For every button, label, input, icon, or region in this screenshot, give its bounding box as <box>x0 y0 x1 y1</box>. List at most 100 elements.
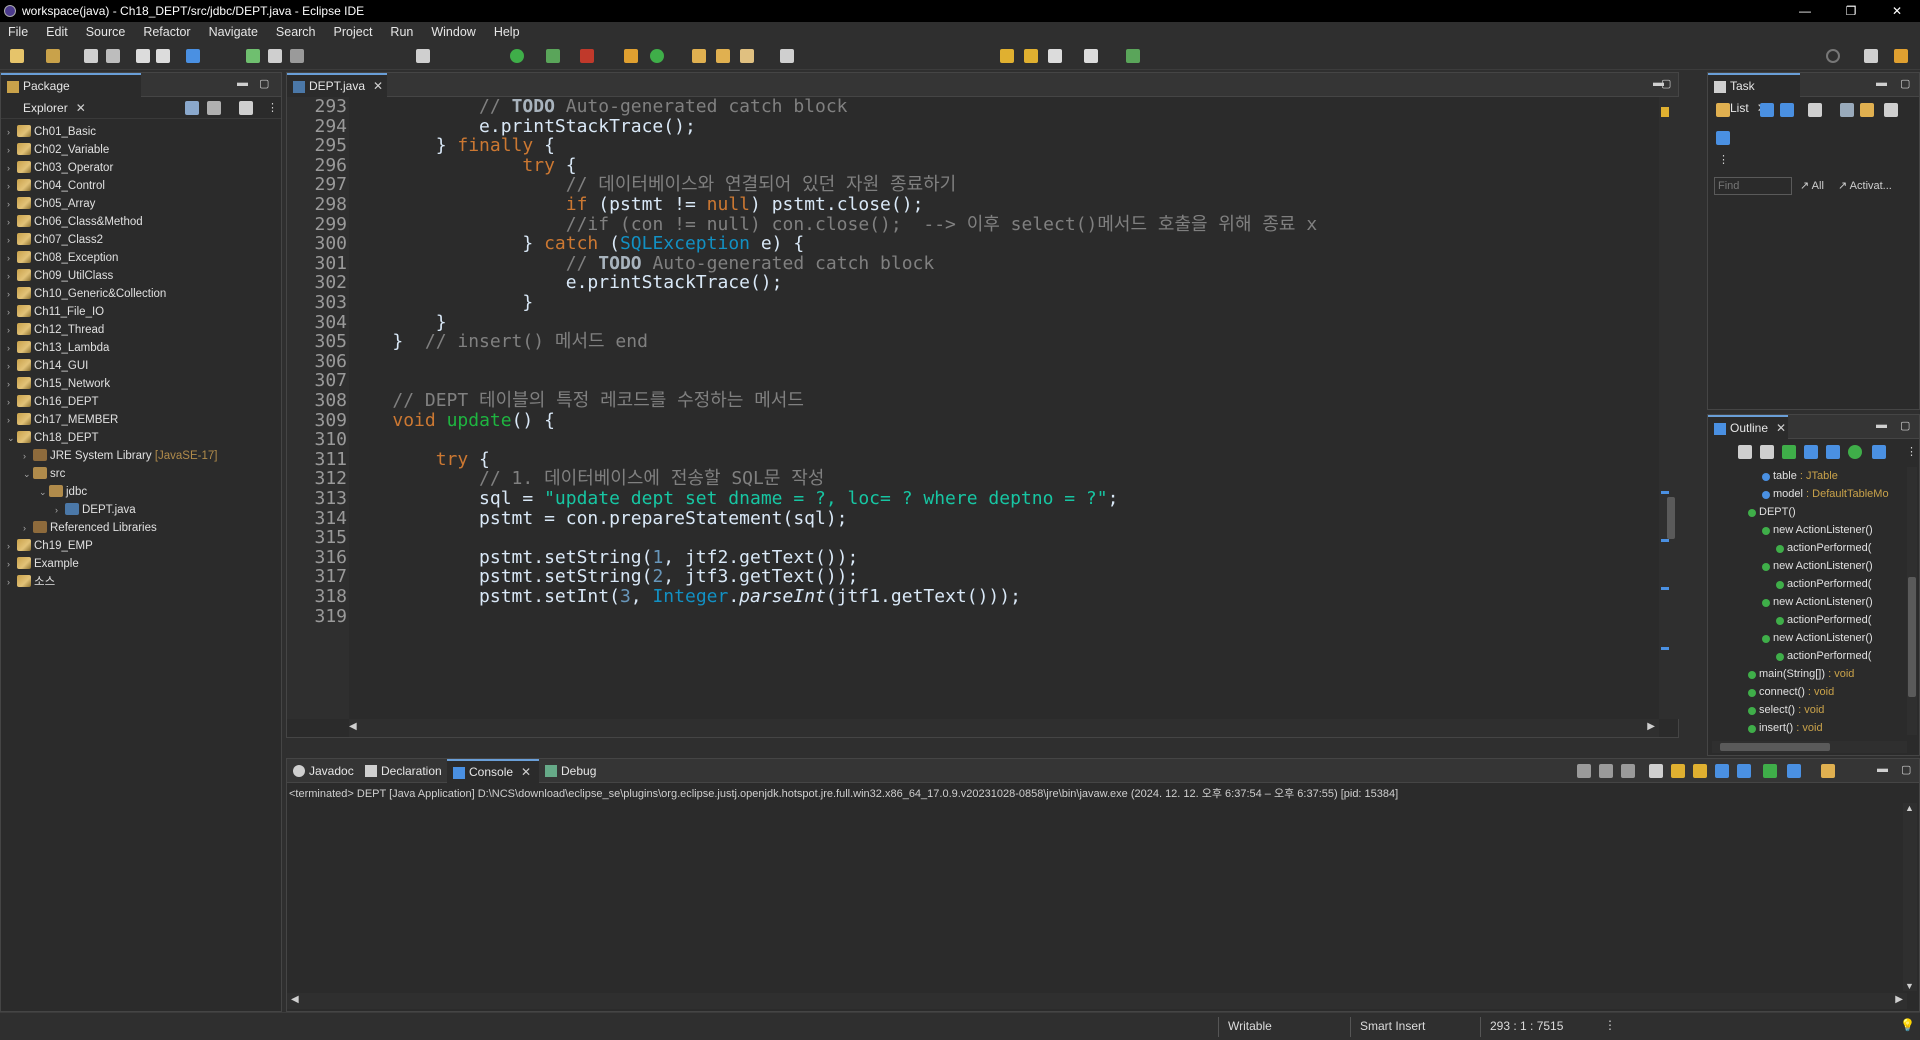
run-icon[interactable] <box>510 49 524 63</box>
code-line[interactable]: pstmt.setInt(3, Integer.parseInt(jtf1.ge… <box>349 585 1021 609</box>
outline-item[interactable]: connect() : void <box>1748 683 1834 701</box>
activate-filter[interactable]: ↗ Activat... <box>1838 179 1892 192</box>
categorized-icon[interactable] <box>1760 103 1774 117</box>
tab-declaration[interactable]: Declaration <box>359 759 447 783</box>
tree-item[interactable]: › Referenced Libraries <box>23 519 157 537</box>
close-icon[interactable]: ✕ <box>373 79 383 93</box>
scroll-up-icon[interactable]: ▲ <box>1905 803 1914 813</box>
filter-icon[interactable] <box>239 101 253 115</box>
outline-item[interactable]: actionPerformed( <box>1776 575 1871 593</box>
tree-item[interactable]: › Ch10_Generic&Collection <box>7 285 166 303</box>
collapse-all-icon[interactable] <box>185 101 199 115</box>
tree-item[interactable]: › Ch13_Lambda <box>7 339 109 357</box>
minimize-icon[interactable]: ▬ <box>1876 419 1887 431</box>
outline-item[interactable]: actionPerformed( <box>1776 647 1871 665</box>
collapse-all-icon[interactable] <box>1872 445 1886 459</box>
tab-dept-java[interactable]: DEPT.java ✕ <box>287 73 387 97</box>
expand-arrow-icon[interactable]: ⌄ <box>39 483 49 501</box>
expand-arrow-icon[interactable]: › <box>7 555 17 573</box>
expand-arrow-icon[interactable]: ⌄ <box>23 465 33 483</box>
tree-item[interactable]: › Example <box>7 555 79 573</box>
expand-arrow-icon[interactable]: › <box>7 375 17 393</box>
open-task-icon[interactable] <box>716 49 730 63</box>
expand-arrow-icon[interactable]: › <box>55 501 65 519</box>
tree-item[interactable]: › Ch11_File_IO <box>7 303 104 321</box>
scroll-right-icon[interactable]: ▶ <box>1647 721 1655 732</box>
view-menu-icon[interactable]: ⋮ <box>1906 445 1917 458</box>
tip-icon[interactable]: 💡 <box>1900 1018 1915 1032</box>
expand-arrow-icon[interactable]: › <box>7 249 17 267</box>
console-vertical-scrollbar[interactable]: ▲ ▼ <box>1903 803 1917 991</box>
outline-vertical-scrollbar[interactable] <box>1907 467 1917 735</box>
tree-item[interactable]: ⌄ src <box>23 465 65 483</box>
close-button[interactable]: ✕ <box>1874 0 1920 22</box>
view-menu-icon[interactable]: ⋮ <box>267 101 278 114</box>
menu-project[interactable]: Project <box>326 25 383 39</box>
link-with-editor-icon[interactable] <box>207 101 221 115</box>
menu-help[interactable]: Help <box>486 25 530 39</box>
expand-arrow-icon[interactable]: › <box>7 321 17 339</box>
menu-file[interactable]: File <box>0 25 38 39</box>
pin-console-icon[interactable] <box>1737 764 1751 778</box>
hide-local-types-icon[interactable] <box>1826 445 1840 459</box>
task-marker[interactable] <box>1661 107 1669 117</box>
new-class-icon[interactable] <box>650 49 664 63</box>
scroll-thumb[interactable] <box>1720 743 1830 751</box>
tab-outline[interactable]: Outline ✕ <box>1708 415 1788 439</box>
collapse-icon[interactable] <box>1840 103 1854 117</box>
pin-editor-icon[interactable] <box>1126 49 1140 63</box>
tree-item[interactable]: ⌄ jdbc <box>39 483 87 501</box>
scroll-left-icon[interactable]: ◀ <box>291 994 299 1005</box>
menu-refactor[interactable]: Refactor <box>135 25 200 39</box>
remove-launch-icon[interactable] <box>1599 764 1613 778</box>
menu-navigate[interactable]: Navigate <box>201 25 268 39</box>
code-line[interactable]: void update() { <box>349 409 555 433</box>
terminate-icon[interactable] <box>290 49 304 63</box>
occurrence-marker[interactable] <box>1661 539 1669 542</box>
outline-item[interactable]: new ActionListener() <box>1762 521 1873 539</box>
scroll-left-icon[interactable]: ◀ <box>349 721 357 732</box>
synchronize-icon[interactable] <box>1860 103 1874 117</box>
tab-javadoc[interactable]: Javadoc <box>287 759 359 783</box>
tab-debug[interactable]: Debug <box>539 759 611 783</box>
status-menu-icon[interactable]: ⋮ <box>1604 1018 1616 1032</box>
minimize-button[interactable]: — <box>1782 0 1828 22</box>
tree-item[interactable]: › Ch16_DEPT <box>7 393 99 411</box>
outline-item[interactable]: new ActionListener() <box>1762 593 1873 611</box>
expand-arrow-icon[interactable]: › <box>7 573 17 591</box>
tree-item[interactable]: › Ch03_Operator <box>7 159 113 177</box>
console-horizontal-scrollbar[interactable]: ◀ ▶ <box>287 993 1907 1009</box>
occurrence-marker[interactable] <box>1661 647 1669 650</box>
open-console-icon[interactable] <box>1787 764 1801 778</box>
new-console-icon[interactable] <box>1821 764 1835 778</box>
hide-nonpublic-icon[interactable] <box>1804 445 1818 459</box>
tree-item[interactable]: ⌄ Ch18_DEPT <box>7 429 99 447</box>
expand-arrow-icon[interactable]: › <box>7 339 17 357</box>
hide-fields-icon[interactable] <box>1760 445 1774 459</box>
maximize-icon[interactable]: ▢ <box>1900 77 1910 90</box>
tree-item[interactable]: › Ch06_Class&Method <box>7 213 143 231</box>
link-icon[interactable] <box>1848 445 1862 459</box>
outline-item[interactable]: select() : void <box>1748 701 1824 719</box>
new-java-project-icon[interactable] <box>624 49 638 63</box>
expand-arrow-icon[interactable]: ⌄ <box>7 429 17 447</box>
remove-all-icon[interactable] <box>1621 764 1635 778</box>
outline-horizontal-scrollbar[interactable] <box>1712 741 1907 753</box>
scroll-right-icon[interactable]: ▶ <box>1895 994 1903 1005</box>
show-stderr-icon[interactable] <box>1715 764 1729 778</box>
tree-item[interactable]: › Ch09_UtilClass <box>7 267 113 285</box>
annotation-icon[interactable] <box>780 49 794 63</box>
save-icon[interactable] <box>84 49 98 63</box>
code-area[interactable]: // TODO Auto-generated catch block e.pri… <box>349 97 1659 719</box>
coverage-icon[interactable] <box>546 49 560 63</box>
open-type-icon[interactable] <box>692 49 706 63</box>
tree-item[interactable]: › Ch05_Array <box>7 195 95 213</box>
expand-arrow-icon[interactable]: › <box>7 213 17 231</box>
sort-icon[interactable] <box>1738 445 1752 459</box>
expand-arrow-icon[interactable]: › <box>7 303 17 321</box>
expand-arrow-icon[interactable]: › <box>7 357 17 375</box>
open-perspective-icon[interactable] <box>1864 49 1878 63</box>
open-icon[interactable] <box>46 49 60 63</box>
tree-item[interactable]: › Ch12_Thread <box>7 321 104 339</box>
menu-edit[interactable]: Edit <box>38 25 78 39</box>
